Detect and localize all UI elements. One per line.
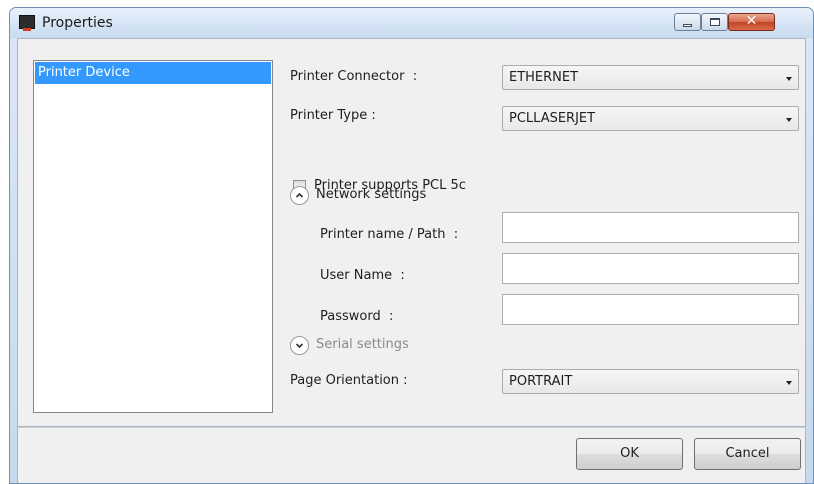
printer-connector-label: Printer Connector : xyxy=(290,69,418,84)
ok-button[interactable]: OK xyxy=(576,438,683,470)
dialog-content: Printer Device Printer Connector : ETHER… xyxy=(17,38,806,427)
printer-connector-value: ETHERNET xyxy=(509,70,579,85)
cancel-button[interactable]: Cancel xyxy=(694,438,801,470)
printer-connector-select[interactable]: ETHERNET xyxy=(502,65,799,90)
printer-type-value: PCLLASERJET xyxy=(509,111,596,126)
category-list[interactable]: Printer Device xyxy=(33,60,273,413)
printer-name-input[interactable] xyxy=(502,212,799,243)
user-name-label: User Name : xyxy=(320,268,405,283)
serial-settings-label[interactable]: Serial settings xyxy=(316,337,409,352)
maximize-icon xyxy=(710,18,720,26)
chevron-down-icon xyxy=(295,343,304,349)
chevron-up-icon xyxy=(295,192,304,198)
minimize-button[interactable] xyxy=(674,13,701,31)
dialog-footer: OK Cancel xyxy=(17,427,806,483)
page-orientation-value: PORTRAIT xyxy=(509,374,573,389)
close-button[interactable]: ✕ xyxy=(728,13,775,31)
maximize-button[interactable] xyxy=(701,13,728,31)
password-label: Password : xyxy=(320,309,394,324)
network-settings-toggle[interactable] xyxy=(290,186,309,205)
network-settings-label[interactable]: Network settings xyxy=(316,187,426,202)
page-orientation-label: Page Orientation : xyxy=(290,373,408,388)
password-input[interactable] xyxy=(502,294,799,325)
dropdown-arrow-icon xyxy=(786,381,792,385)
user-name-input[interactable] xyxy=(502,253,799,284)
app-window-icon xyxy=(19,15,35,31)
properties-window: Properties ✕ Printer Device Printer Conn… xyxy=(9,7,814,484)
window-title: Properties xyxy=(42,15,113,31)
printer-name-label: Printer name / Path : xyxy=(320,227,459,242)
list-item-printer-device[interactable]: Printer Device xyxy=(35,62,271,84)
printer-type-select[interactable]: PCLLASERJET xyxy=(502,106,799,131)
serial-settings-toggle[interactable] xyxy=(290,336,309,355)
minimize-icon xyxy=(683,24,692,27)
close-icon: ✕ xyxy=(745,13,758,29)
dropdown-arrow-icon xyxy=(786,118,792,122)
dropdown-arrow-icon xyxy=(786,77,792,81)
title-bar[interactable]: Properties ✕ xyxy=(10,8,813,38)
page-orientation-select[interactable]: PORTRAIT xyxy=(502,369,799,394)
printer-type-label: Printer Type : xyxy=(290,108,376,123)
